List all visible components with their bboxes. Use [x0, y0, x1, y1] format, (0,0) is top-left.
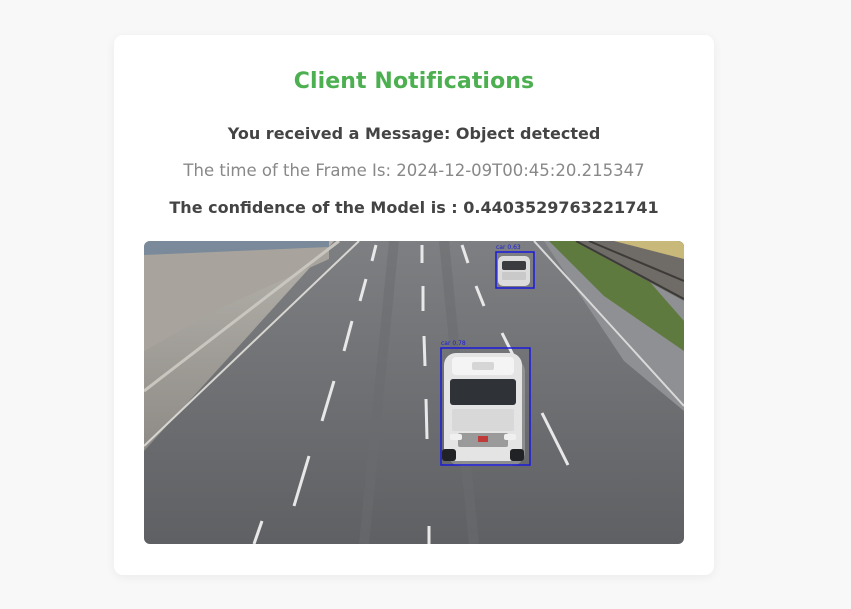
frame-time-text: The time of the Frame Is: 2024-12-09T00:… — [183, 161, 645, 180]
far-car — [498, 256, 530, 286]
page-title: Client Notifications — [293, 69, 535, 94]
near-car — [442, 353, 525, 466]
confidence-text: The confidence of the Model is : 0.44035… — [169, 198, 659, 217]
detection-frame-image: car 0.63 car 0.78 — [144, 241, 684, 544]
message-text: You received a Message: Object detected — [227, 124, 601, 143]
notification-card: Client Notifications You received a Mess… — [114, 35, 714, 575]
detection-label-far: car 0.63 — [496, 244, 521, 251]
detection-label-near: car 0.78 — [441, 340, 466, 347]
